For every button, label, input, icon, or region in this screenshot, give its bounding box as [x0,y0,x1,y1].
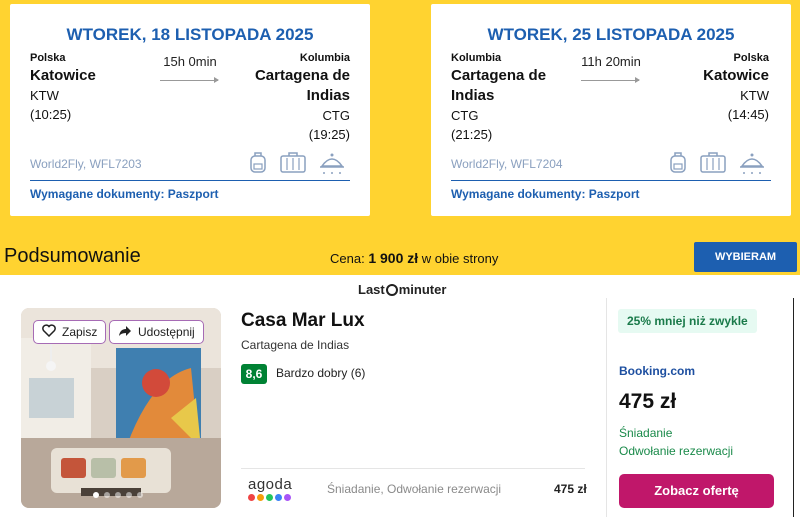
offer-panel-divider [606,298,607,517]
summary-heading: Podsumowanie [4,245,141,267]
save-label: Zapisz [62,325,98,339]
backpack-icon [248,150,268,176]
price-suffix: w obie strony [421,251,499,266]
origin-city: Cartagena de Indias [451,67,547,104]
return-documents: Wymagane dokumenty: Paszport [451,187,640,201]
lastminuter-logo: Last minuter [358,282,446,297]
agoda-dots [248,494,292,501]
flight-summary-panel: WTOREK, 18 LISTOPADA 2025 Polska Katowic… [0,0,800,275]
origin-code: CTG [451,108,479,123]
duration-arrow [581,77,640,83]
destination-country: Kolumbia [299,52,350,64]
choose-button[interactable]: WYBIERAM [694,242,797,272]
outbound-flight-card: WTOREK, 18 LISTOPADA 2025 Polska Katowic… [10,4,370,216]
outbound-amenities [248,150,346,176]
backpack-icon [668,150,688,176]
carousel-dot[interactable] [104,492,110,498]
origin-country: Kolumbia [451,52,502,64]
logo-text-part2: minuter [398,282,447,297]
destination-city: Cartagena de Indias [254,67,350,104]
clock-icon [385,283,398,296]
destination-city: Katowice [703,67,769,84]
outbound-duration: 15h 0min [163,54,217,69]
total-price: Cena: 1 900 zł w obie strony [330,250,498,266]
destination-country: Polska [733,52,769,64]
return-origin: Kolumbia Cartagena de Indias CTG (21:25) [451,52,561,144]
agoda-dot [257,494,264,501]
origin-city: Katowice [30,67,96,84]
destination-code: KTW [740,88,769,103]
provider-features: Śniadanie, Odwołanie rezerwacji [327,482,502,496]
share-arrow-icon [118,325,132,340]
save-button[interactable]: Zapisz [33,320,107,344]
return-flight-card: WTOREK, 25 LISTOPADA 2025 Kolumbia Carta… [431,4,791,216]
card-divider [451,180,771,181]
price-prefix: Cena: [330,251,365,266]
deal-badge: 25% mniej niż zwykle [618,309,757,333]
destination-time: (19:25) [308,127,350,142]
agoda-dot [248,494,255,501]
price-value: 1 900 zł [368,250,419,266]
return-amenities [668,150,766,176]
outbound-flight-number: World2Fly, WFL7203 [30,157,142,171]
return-duration: 11h 20min [581,54,641,69]
hotel-location: Cartagena de Indias [241,338,350,352]
destination-time: (14:45) [727,107,769,122]
outbound-documents: Wymagane dokumenty: Paszport [30,187,219,201]
agoda-dot [275,494,282,501]
offer-price: 475 zł [619,390,677,413]
agoda-dot [266,494,273,501]
hotel-name[interactable]: Casa Mar Lux [241,310,365,332]
rating-text: Bardzo dobry (6) [276,366,366,380]
origin-time: (21:25) [451,127,493,142]
carousel-dot[interactable] [93,492,99,498]
duration-arrow [160,77,219,83]
return-date: WTOREK, 25 LISTOPADA 2025 [487,25,735,44]
agoda-wordmark: agoda [248,476,293,493]
outbound-date: WTOREK, 18 LISTOPADA 2025 [66,25,314,44]
suitcase-icon [700,150,726,176]
provider-price[interactable]: 475 zł [554,482,587,496]
hotel-photo[interactable]: Zapisz Udostępnij [21,308,221,508]
carousel-dot[interactable] [115,492,121,498]
logo-text-part1: Last [358,282,385,297]
share-label: Udostępnij [138,325,195,339]
origin-time: (10:25) [30,107,72,122]
share-button[interactable]: Udostępnij [109,320,204,344]
view-offer-button[interactable]: Zobacz ofertę [619,474,774,508]
return-destination: Polska Katowice KTW (14:45) [703,52,769,124]
offer-feature-cancellation: Odwołanie rezerwacji [619,444,734,458]
heart-icon [42,324,56,340]
return-flight-number: World2Fly, WFL7204 [451,157,563,171]
origin-code: KTW [30,88,59,103]
carousel-dot[interactable] [137,492,143,498]
agoda-dot [284,494,291,501]
destination-code: CTG [322,108,350,123]
agoda-logo[interactable]: agoda [248,476,292,501]
offer-feature-breakfast: Śniadanie [619,426,673,440]
meal-service-icon [318,150,346,176]
offer-panel-border [793,298,794,517]
outbound-destination: Kolumbia Cartagena de Indias CTG (19:25) [240,52,350,144]
rating-badge: 8,6 [241,364,267,384]
suitcase-icon [280,150,306,176]
booking-logo: Booking.com [619,364,696,378]
provider-divider [241,468,585,469]
outbound-origin: Polska Katowice KTW (10:25) [30,52,96,124]
meal-service-icon [738,150,766,176]
origin-country: Polska [30,52,66,64]
card-divider [30,180,350,181]
photo-carousel-dots[interactable] [93,492,143,498]
carousel-dot[interactable] [126,492,132,498]
